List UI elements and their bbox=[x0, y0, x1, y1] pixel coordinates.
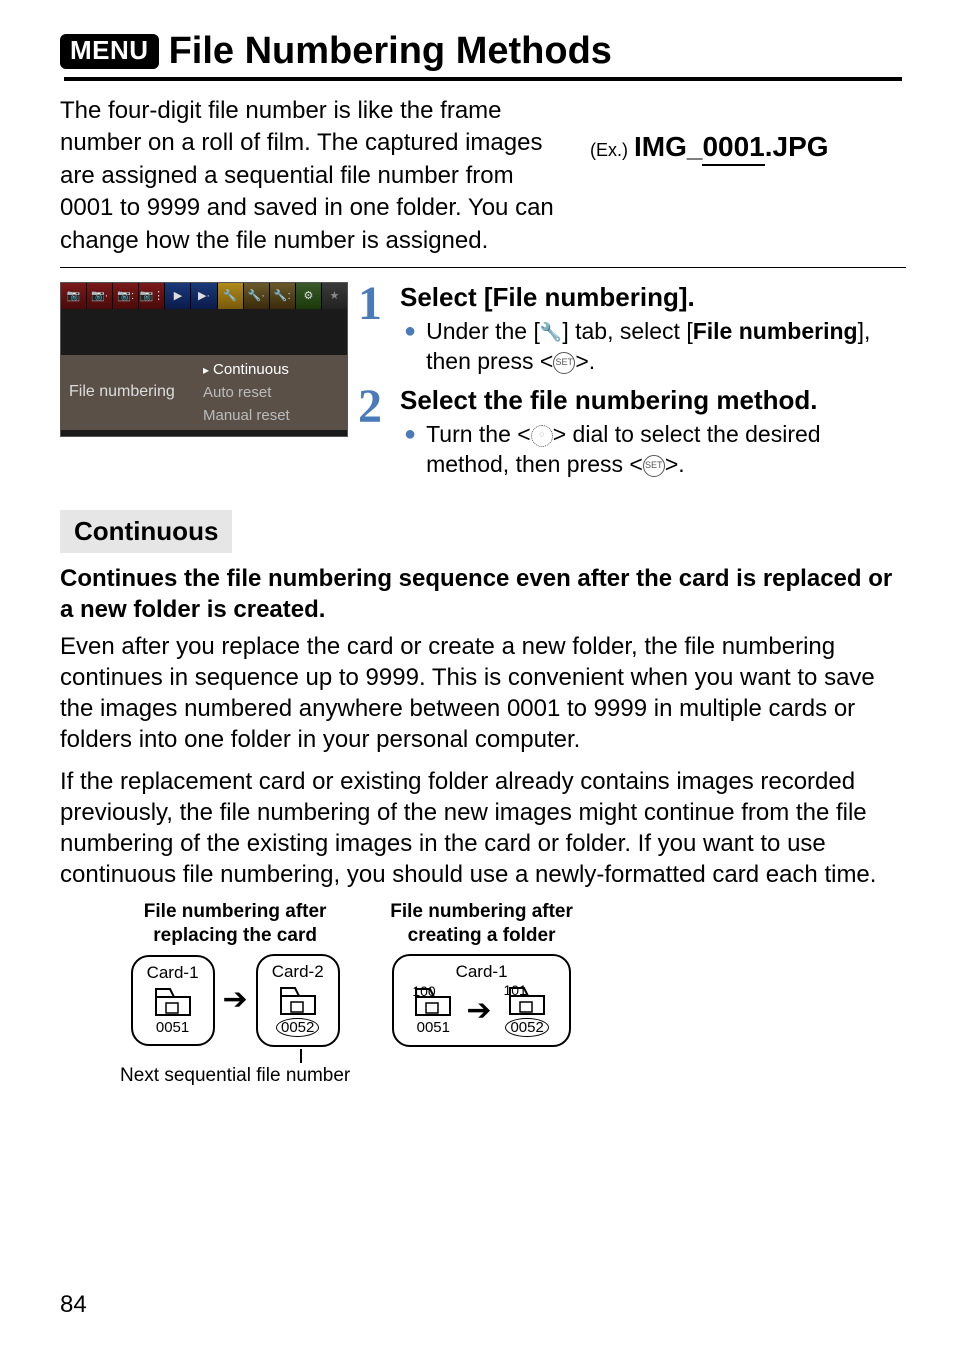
s1-bold: File numbering bbox=[693, 318, 858, 344]
diagrams: File numbering after replacing the card … bbox=[60, 900, 906, 1087]
tab-setup-3: 🔧: bbox=[270, 283, 296, 309]
bullet-dot-icon: ● bbox=[404, 317, 416, 377]
pointer-line bbox=[300, 1049, 302, 1063]
page-number: 84 bbox=[60, 1291, 87, 1319]
file-num-0051-r: 0051 bbox=[417, 1019, 450, 1036]
example-number: 0001 bbox=[702, 131, 764, 166]
card-single-label: Card-1 bbox=[414, 962, 549, 982]
card-1-box: Card-1 0051 bbox=[131, 955, 215, 1046]
folder-2: 0052 bbox=[276, 986, 319, 1037]
diagram-left-title: File numbering after replacing the card bbox=[120, 900, 350, 948]
menu-spacer bbox=[61, 311, 347, 355]
card-2-label: Card-2 bbox=[272, 962, 324, 982]
step-1-bullet: ● Under the [🔧] tab, select [File number… bbox=[404, 317, 906, 377]
folder-101: 101 0052 bbox=[505, 986, 548, 1037]
s2-end: >. bbox=[665, 451, 685, 477]
menu-options: Continuous Auto reset Manual reset bbox=[199, 359, 294, 426]
diagram-left-cards: Card-1 0051 ➔ Card-2 0052 bbox=[120, 954, 350, 1047]
tab-setup-2: 🔧· bbox=[244, 283, 270, 309]
tab-camera-3: 📷: bbox=[113, 283, 139, 309]
example-filename: IMG_0001.JPG bbox=[634, 131, 829, 166]
folder-1: 0051 bbox=[154, 987, 192, 1036]
bullet-dot-icon: ● bbox=[404, 420, 416, 480]
diagram-right-title: File numbering after creating a folder bbox=[390, 900, 573, 948]
arrow-right-icon: ➔ bbox=[466, 996, 491, 1026]
example-ext: .JPG bbox=[765, 131, 829, 162]
diagram-replace-card: File numbering after replacing the card … bbox=[120, 900, 350, 1087]
continuous-para-2: If the replacement card or existing fold… bbox=[60, 766, 906, 891]
example-prefix: IMG_ bbox=[634, 131, 702, 162]
folder-icon bbox=[279, 986, 317, 1016]
step-2-text: Turn the <◌> dial to select the desired … bbox=[426, 420, 906, 480]
example-label: (Ex.) bbox=[590, 140, 628, 161]
tab-camera-1: 📷 bbox=[61, 283, 87, 309]
tab-play-1: ▶ bbox=[165, 283, 191, 309]
menu-option-manual-reset: Manual reset bbox=[199, 405, 294, 426]
quick-dial-icon: ◌ bbox=[531, 425, 553, 447]
tab-mymenu: ★ bbox=[322, 283, 347, 309]
folder-label-100: 100 bbox=[412, 983, 435, 999]
steps-list: 1 Select [File numbering]. ● Under the [… bbox=[358, 282, 906, 488]
steps-area: 📷 📷· 📷: 📷⋮ ▶ ▶· 🔧 🔧· 🔧: ⚙ ★ File numberi… bbox=[60, 282, 906, 488]
intro-wrap: The four-digit file number is like the f… bbox=[60, 95, 906, 257]
diagram-right-cards: Card-1 100 0051 ➔ 101 0052 bbox=[390, 954, 573, 1047]
dl-t2: replacing the card bbox=[153, 925, 317, 946]
file-num-0052: 0052 bbox=[276, 1018, 319, 1037]
separator bbox=[60, 267, 906, 268]
folder-icon bbox=[154, 987, 192, 1017]
menu-option-auto-reset: Auto reset bbox=[199, 382, 294, 403]
step-1-text: Under the [🔧] tab, select [File numberin… bbox=[426, 317, 906, 377]
tab-setup-1: 🔧 bbox=[218, 283, 244, 309]
step-1-body: Select [File numbering]. ● Under the [🔧]… bbox=[400, 282, 906, 377]
set-button-icon: SET bbox=[643, 455, 665, 477]
continuous-subhead: Continues the file numbering sequence ev… bbox=[60, 563, 906, 625]
dr-t2: creating a folder bbox=[408, 925, 556, 946]
step-1-title: Select [File numbering]. bbox=[400, 282, 906, 313]
step-number-2: 2 bbox=[358, 385, 390, 480]
step-2-bullet: ● Turn the <◌> dial to select the desire… bbox=[404, 420, 906, 480]
diagram-left-caption: Next sequential file number bbox=[120, 1065, 350, 1087]
file-num-0051: 0051 bbox=[156, 1019, 189, 1036]
file-num-0052-r: 0052 bbox=[505, 1018, 548, 1037]
arrow-right-icon: ➔ bbox=[223, 985, 248, 1015]
diagram-create-folder: File numbering after creating a folder C… bbox=[390, 900, 573, 1087]
menu-body: File numbering Continuous Auto reset Man… bbox=[61, 309, 347, 436]
folder-100: 100 0051 bbox=[414, 987, 452, 1036]
menu-row-file-numbering: File numbering Continuous Auto reset Man… bbox=[61, 355, 347, 430]
step-2: 2 Select the file numbering method. ● Tu… bbox=[358, 385, 906, 480]
step-1: 1 Select [File numbering]. ● Under the [… bbox=[358, 282, 906, 377]
s1-mid: ] tab, select [ bbox=[562, 318, 692, 344]
step-2-body: Select the file numbering method. ● Turn… bbox=[400, 385, 906, 480]
tab-camera-4: 📷⋮ bbox=[139, 283, 165, 309]
continuous-para-1: Even after you replace the card or creat… bbox=[60, 631, 906, 756]
card-2-box: Card-2 0052 bbox=[256, 954, 340, 1047]
set-button-icon: SET bbox=[553, 352, 575, 374]
step-2-title: Select the file numbering method. bbox=[400, 385, 906, 416]
menu-row-label: File numbering bbox=[69, 383, 199, 401]
card-1-label: Card-1 bbox=[147, 963, 199, 983]
intro-text: The four-digit file number is like the f… bbox=[60, 95, 570, 257]
dr-t1: File numbering after bbox=[390, 901, 573, 922]
title-underline bbox=[64, 77, 902, 81]
step-number-1: 1 bbox=[358, 282, 390, 377]
page-title-row: MENU File Numbering Methods bbox=[60, 30, 906, 73]
wrench-icon: 🔧 bbox=[540, 321, 562, 344]
s1-end: >. bbox=[575, 348, 595, 374]
tab-strip: 📷 📷· 📷: 📷⋮ ▶ ▶· 🔧 🔧· 🔧: ⚙ ★ bbox=[61, 283, 347, 309]
s1-pre: Under the [ bbox=[426, 318, 540, 344]
camera-menu-screenshot: 📷 📷· 📷: 📷⋮ ▶ ▶· 🔧 🔧· 🔧: ⚙ ★ File numberi… bbox=[60, 282, 348, 437]
filename-example: (Ex.) IMG_0001.JPG bbox=[590, 131, 829, 166]
tab-camera-2: 📷· bbox=[87, 283, 113, 309]
dl-t1: File numbering after bbox=[144, 901, 327, 922]
tab-play-2: ▶· bbox=[191, 283, 217, 309]
continuous-label: Continuous bbox=[60, 510, 232, 553]
page-title: File Numbering Methods bbox=[169, 30, 612, 73]
tab-custom: ⚙ bbox=[296, 283, 322, 309]
menu-option-continuous: Continuous bbox=[199, 359, 294, 380]
s2-pre: Turn the < bbox=[426, 421, 531, 447]
card-box-single: Card-1 100 0051 ➔ 101 0052 bbox=[392, 954, 571, 1047]
menu-badge: MENU bbox=[60, 34, 159, 69]
folder-label-101: 101 bbox=[503, 982, 526, 998]
